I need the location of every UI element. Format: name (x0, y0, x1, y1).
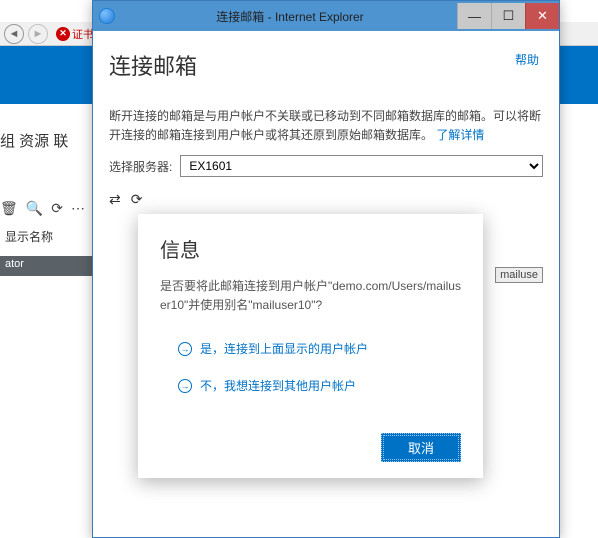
server-select[interactable]: EX1601 (180, 155, 543, 177)
ie-icon (99, 8, 115, 24)
background-nav-labels: 组 资源 联 (0, 130, 68, 151)
window-buttons: — ☐ ✕ (457, 3, 559, 29)
server-label: 选择服务器: (109, 158, 172, 175)
window-title: 连接邮箱 - Internet Explorer (123, 8, 457, 25)
refresh-icon[interactable]: ⟳ (51, 200, 63, 217)
background-toolbar: 🗑 🔍 ⟳ ⋯ (0, 200, 85, 217)
minimize-button[interactable]: — (457, 3, 491, 29)
confirm-modal: 信息 是否要将此邮箱连接到用户帐户"demo.com/Users/mailuse… (138, 214, 483, 478)
search-icon[interactable]: 🔍 (26, 200, 43, 217)
arrow-right-icon: → (178, 342, 192, 356)
display-name-label: 显示名称 (0, 228, 53, 245)
learn-more-link[interactable]: 了解详情 (436, 128, 484, 142)
modal-title: 信息 (160, 234, 461, 263)
arrow-right-icon: → (178, 379, 192, 393)
back-button[interactable]: ◄ (4, 24, 24, 44)
close-button[interactable]: ✕ (525, 3, 559, 29)
background-selected-row[interactable]: ator (0, 256, 92, 276)
more-icon[interactable]: ⋯ (71, 200, 85, 217)
page-description: 断开连接的邮箱是与用户帐户不关联或已移动到不同邮箱数据库的邮箱。可以将断开连接的… (109, 107, 543, 145)
forward-button[interactable]: ► (28, 24, 48, 44)
refresh-list-icon[interactable]: ⟳ (131, 191, 143, 208)
modal-message: 是否要将此邮箱连接到用户帐户"demo.com/Users/mailuser10… (160, 277, 461, 314)
maximize-button[interactable]: ☐ (491, 3, 525, 29)
option-no-label: 不，我想连接到其他用户帐户 (200, 377, 356, 394)
trash-icon[interactable]: 🗑 (0, 200, 18, 217)
partial-row-text: mailuse (495, 267, 543, 283)
server-row: 选择服务器: EX1601 (109, 155, 543, 177)
cert-error-icon: ✕ (56, 27, 70, 41)
cancel-button[interactable]: 取消 (381, 433, 461, 462)
connect-icon[interactable]: ⇄ (109, 191, 121, 208)
window-titlebar[interactable]: 连接邮箱 - Internet Explorer — ☐ ✕ (93, 1, 559, 31)
mailbox-toolbar: ⇄ ⟳ (109, 191, 543, 208)
window-body: 帮助 连接邮箱 断开连接的邮箱是与用户帐户不关联或已移动到不同邮箱数据库的邮箱。… (93, 31, 559, 232)
option-yes[interactable]: → 是，连接到上面显示的用户帐户 (178, 340, 461, 357)
page-heading: 连接邮箱 (109, 49, 543, 81)
option-yes-label: 是，连接到上面显示的用户帐户 (200, 340, 368, 357)
help-link[interactable]: 帮助 (515, 51, 539, 68)
modal-footer: 取消 (160, 433, 461, 462)
option-no[interactable]: → 不，我想连接到其他用户帐户 (178, 377, 461, 394)
